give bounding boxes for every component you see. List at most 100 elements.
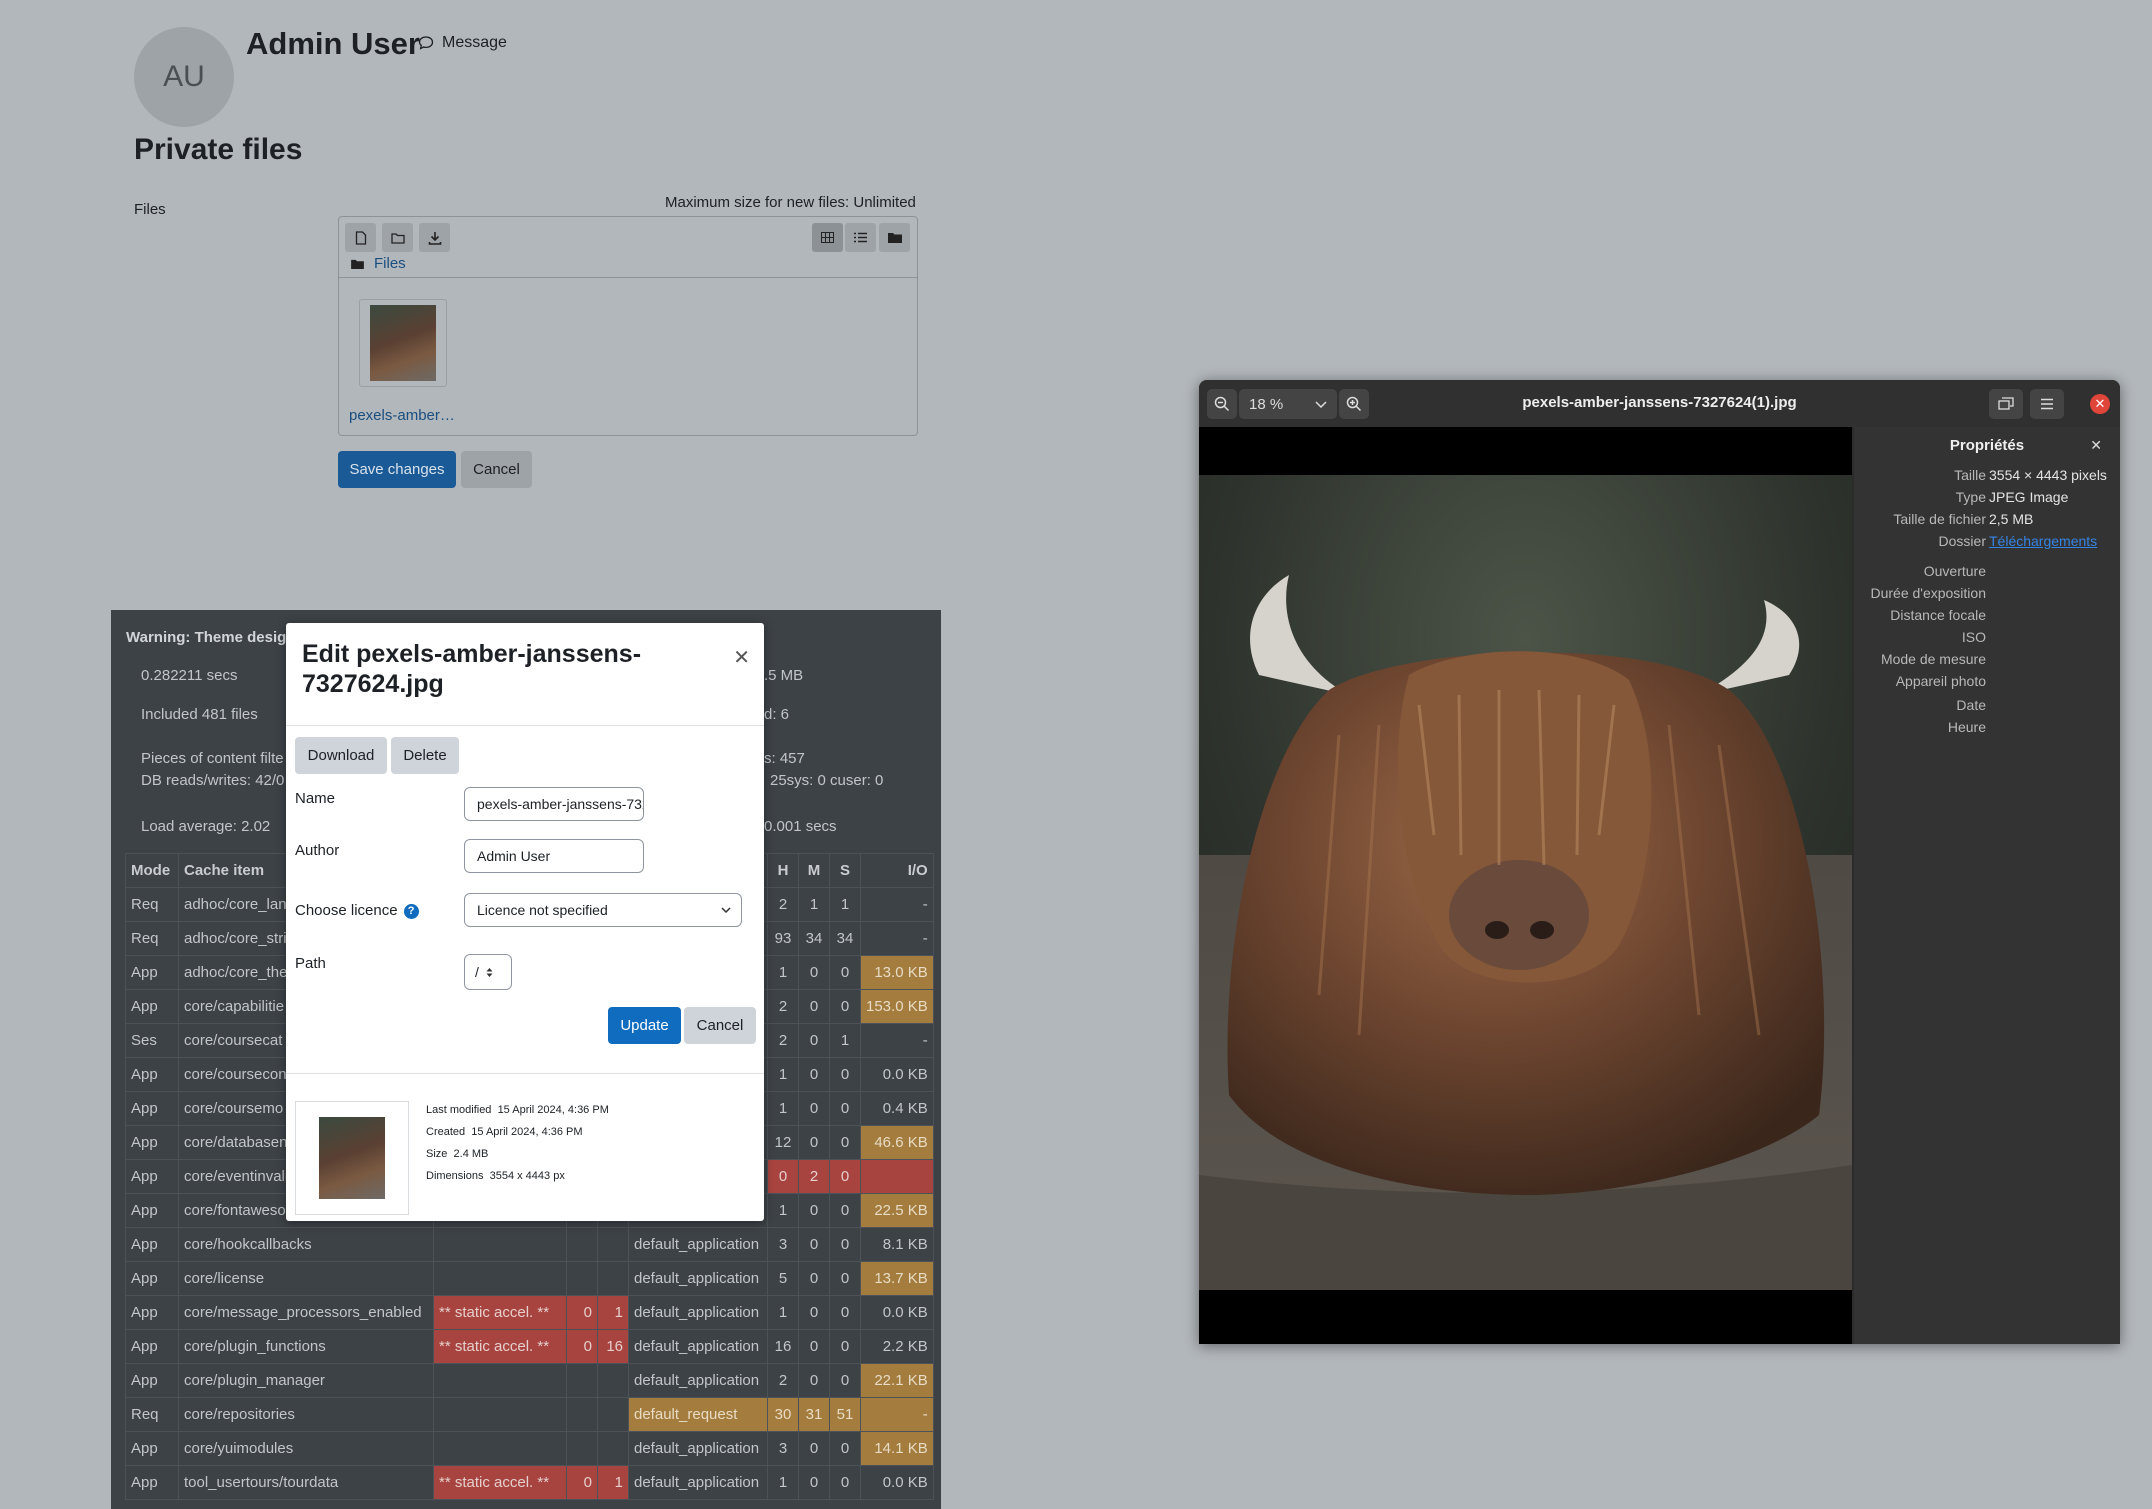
close-icon[interactable]: ✕ <box>733 645 750 670</box>
table-cell-s: 0 <box>829 989 861 1024</box>
thumbnail-image <box>370 305 436 381</box>
table-cell-s: 0 <box>829 1295 861 1330</box>
table-cell-m: 0 <box>798 1057 830 1092</box>
download-all-button[interactable] <box>419 223 450 252</box>
table-cell-n2 <box>597 1363 629 1398</box>
image-canvas[interactable] <box>1199 427 1852 1344</box>
tree-view-button[interactable] <box>879 223 910 252</box>
avatar[interactable]: AU <box>134 27 234 127</box>
file-name-link[interactable]: pexels-amber… <box>349 407 455 424</box>
message-icon <box>418 36 434 50</box>
table-row: App core/hookcallbacks default_application… <box>125 1227 934 1262</box>
table-cell-s: 1 <box>829 887 861 922</box>
menu-button[interactable] <box>2030 389 2064 419</box>
theme-warning: Warning: Theme design <box>126 629 296 646</box>
cancel-button[interactable]: Cancel <box>461 451 532 488</box>
table-cell-io: 8.1 KB <box>860 1227 934 1262</box>
help-icon[interactable]: ? <box>403 903 419 919</box>
folder-link[interactable]: Téléchargements <box>1989 533 2097 549</box>
zoom-level-dropdown[interactable]: 18 % <box>1239 389 1337 419</box>
perf-included: Included 481 files <box>141 706 258 723</box>
table-cell-n2 <box>597 1227 629 1262</box>
dialog-cancel-button[interactable]: Cancel <box>684 1007 756 1044</box>
table-cell-m: 0 <box>798 955 830 990</box>
save-changes-button[interactable]: Save changes <box>338 451 456 488</box>
window-close-button[interactable]: ✕ <box>2090 394 2110 414</box>
table-cell-n1 <box>566 1227 598 1262</box>
table-cell-m: 0 <box>798 1261 830 1296</box>
exif-label: Distance focale <box>1890 607 1986 623</box>
table-cell-def: default_application <box>628 1261 768 1296</box>
table-cell-st <box>433 1227 567 1262</box>
create-folder-button[interactable] <box>382 223 413 252</box>
properties-panel: Propriétés ✕ Taille 3554 × 4443 pixels Typ… <box>1854 427 2120 1344</box>
author-input[interactable]: Admin User <box>464 839 644 873</box>
size-label: Size <box>426 1148 448 1160</box>
icon-view-button[interactable] <box>812 223 843 252</box>
table-cell-mode: App <box>125 955 179 990</box>
table-cell-n2 <box>597 1431 629 1466</box>
file-thumbnail[interactable] <box>359 299 447 387</box>
breadcrumb-files-link[interactable]: Files <box>374 255 406 272</box>
page-title: Private files <box>134 133 303 166</box>
zoom-in-icon <box>1346 396 1362 412</box>
table-cell-h: 12 <box>767 1125 799 1160</box>
chevron-down-icon <box>1315 400 1327 408</box>
table-cell-n1 <box>566 1397 598 1432</box>
property-value: 3554 × 4443 pixels <box>1989 467 2107 483</box>
download-button[interactable]: Download <box>295 737 387 774</box>
table-cell-item: core/message_processors_enabled <box>178 1295 434 1330</box>
zoom-out-button[interactable] <box>1207 389 1237 419</box>
list-view-button[interactable] <box>845 223 876 252</box>
sort-icon <box>486 967 493 977</box>
table-cell-h: 0 <box>767 1159 799 1194</box>
table-cell-s: 0 <box>829 1057 861 1092</box>
edit-file-dialog: Edit pexels-amber-janssens-7327624.jpg ✕… <box>286 623 764 1221</box>
table-cell-m: 0 <box>798 1295 830 1330</box>
delete-button[interactable]: Delete <box>391 737 459 774</box>
path-select[interactable]: / <box>464 954 512 990</box>
table-cell-m: 2 <box>798 1159 830 1194</box>
licence-select[interactable]: Licence not specified <box>464 893 742 927</box>
viewer-title: pexels-amber-janssens-7327624(1).jpg <box>1522 394 1797 411</box>
property-value: JPEG Image <box>1989 489 2069 505</box>
datetime-label: Date <box>1956 697 1986 713</box>
perf-d6: d: 6 <box>764 706 790 723</box>
name-input[interactable]: pexels-amber-janssens-7327624.jpg <box>464 787 644 821</box>
table-cell-s: 0 <box>829 1363 861 1398</box>
table-cell-n1 <box>566 1431 598 1466</box>
licence-select-value: Licence not specified <box>477 902 608 918</box>
table-cell-io <box>860 1159 934 1194</box>
table-cell-io: 0.0 KB <box>860 1465 934 1500</box>
message-button[interactable]: Message <box>418 34 507 52</box>
table-cell-m: 0 <box>798 1091 830 1126</box>
table-cell-m: 1 <box>798 887 830 922</box>
table-row: App tool_usertours/tourdata ** static acce… <box>125 1465 934 1500</box>
close-icon[interactable]: ✕ <box>2090 437 2102 454</box>
folder-solid-icon <box>887 233 902 243</box>
highland-cow-photo <box>1199 475 1852 1290</box>
table-cell-mode: Req <box>125 921 179 956</box>
table-cell-h: 2 <box>767 887 799 922</box>
add-file-button[interactable] <box>345 223 376 252</box>
zoom-in-button[interactable] <box>1339 389 1369 419</box>
table-cell-s: 0 <box>829 1465 861 1500</box>
table-cell-n1: 0 <box>566 1329 598 1364</box>
window-mode-button[interactable] <box>1989 389 2023 419</box>
file-icon <box>355 230 366 245</box>
table-cell-def: default_application <box>628 1295 768 1330</box>
table-cell-item: core/repositories <box>178 1397 434 1432</box>
table-cell-io: 0.0 KB <box>860 1057 934 1092</box>
property-label: Taille de fichier <box>1893 511 1986 527</box>
folder-solid-icon <box>351 259 364 269</box>
table-cell-h: 16 <box>767 1329 799 1364</box>
table-row: App core/plugin_functions ** static accel.… <box>125 1329 934 1364</box>
table-row: App core/yuimodules default_application 3 0 0… <box>125 1431 934 1466</box>
table-cell-st: ** static accel. ** <box>433 1465 567 1500</box>
table-cell-m: 0 <box>798 1363 830 1398</box>
table-cell-s: 0 <box>829 955 861 990</box>
table-cell-st <box>433 1431 567 1466</box>
property-label: Taille <box>1954 467 1986 483</box>
update-button[interactable]: Update <box>608 1007 681 1044</box>
table-cell-h: 1 <box>767 955 799 990</box>
